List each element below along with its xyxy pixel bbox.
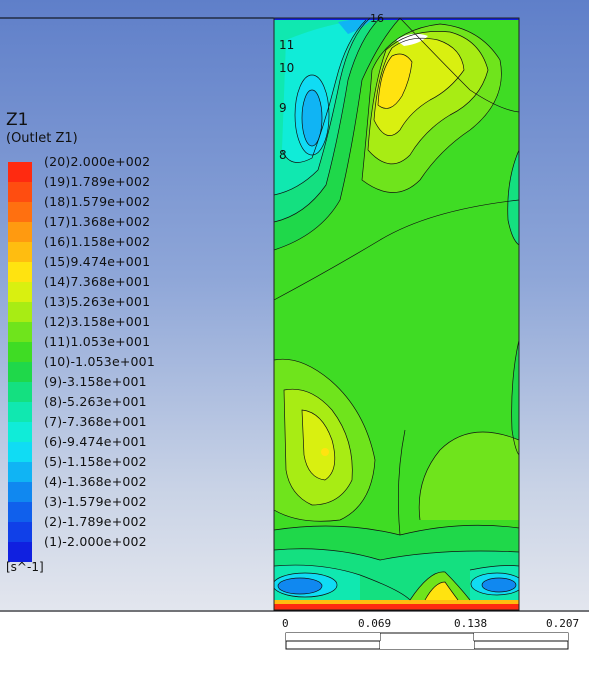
contour-band (274, 604, 519, 610)
scale-bar-segment (474, 633, 568, 641)
contour-label: 8 (279, 148, 287, 162)
scale-bar (285, 632, 569, 650)
scale-bar-tick-label: 0.138 (454, 617, 488, 630)
scale-bar-tick-label: 0.207 (546, 617, 580, 630)
contour-band (321, 448, 329, 456)
scale-bar-segment (286, 633, 380, 641)
contour-fill-group (274, 18, 519, 610)
contour-label: 11 (279, 38, 294, 52)
scale-bar-tick-label: 0 (282, 617, 289, 630)
contour-label: 10 (279, 61, 294, 75)
scale-bar-segment (380, 641, 474, 649)
contour-label: 16 (370, 12, 384, 25)
contour-label: 9 (279, 101, 287, 115)
contour-band (274, 600, 519, 604)
contour-plot[interactable]: 11 10 9 8 16 (0, 0, 589, 676)
scale-bar-tick-label: 0.069 (358, 617, 392, 630)
